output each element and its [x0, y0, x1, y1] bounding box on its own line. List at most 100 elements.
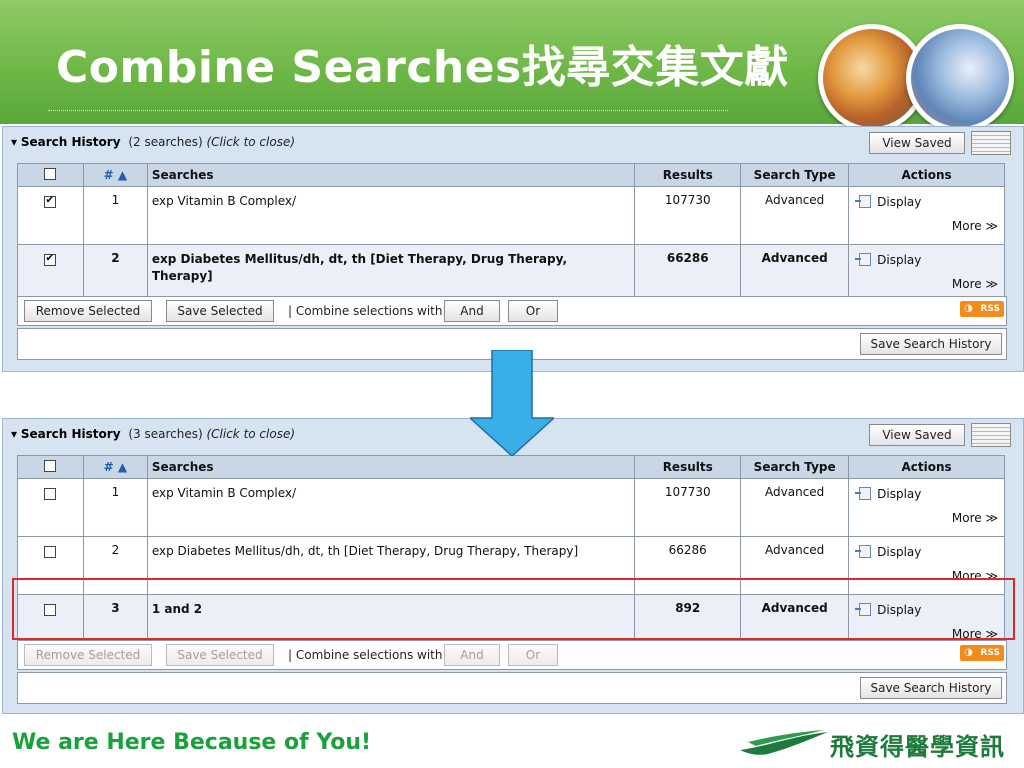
row-results: 107730 [634, 186, 742, 245]
remove-selected-button[interactable]: Remove Selected [24, 300, 152, 322]
selection-toolbar: Remove Selected Save Selected | Combine … [17, 640, 1007, 670]
save-search-history-button[interactable]: Save Search History [860, 333, 1002, 355]
row-select-cell[interactable] [17, 478, 84, 537]
select-all-header[interactable] [17, 163, 84, 187]
results-header: Results [634, 163, 742, 187]
slide-title: Combine Searches找尋交集文獻 [56, 42, 789, 93]
row-search-type: Advanced [740, 478, 850, 537]
combine-label: | Combine selections with: [288, 648, 447, 662]
display-icon [855, 195, 872, 208]
rss-label[interactable]: RSS [981, 648, 1001, 658]
display-icon [855, 545, 872, 558]
display-label[interactable]: Display [877, 487, 921, 501]
select-all-checkbox[interactable] [44, 167, 57, 180]
row-actions: Display More ≫ [848, 244, 1005, 303]
row-checkbox[interactable] [44, 254, 57, 266]
row-results: 107730 [634, 478, 742, 537]
display-link[interactable]: Display [855, 487, 921, 501]
display-label[interactable]: Display [877, 253, 921, 267]
panel-title[interactable]: ▾ Search History (3 searches) (Click to … [11, 427, 295, 441]
searches-header: Searches [146, 455, 636, 479]
row-select-cell[interactable] [17, 186, 84, 245]
row-search-query: exp Vitamin B Complex/ [146, 186, 636, 245]
view-saved-button[interactable]: View Saved [869, 132, 965, 154]
search-type-header: Search Type [740, 163, 850, 187]
row-checkbox[interactable] [44, 546, 57, 558]
row-checkbox[interactable] [44, 196, 57, 208]
results-header: Results [634, 455, 742, 479]
row-actions: Display More ≫ [848, 478, 1005, 537]
down-arrow-icon [470, 350, 554, 456]
table-row: 1 exp Vitamin B Complex/ 107730 Advanced… [17, 186, 1005, 245]
rss-icon: ◑ [964, 647, 973, 658]
grid-view-icon[interactable] [971, 131, 1011, 155]
search-type-header: Search Type [740, 455, 850, 479]
rss-button[interactable]: ◑ RSS [960, 301, 1004, 317]
sort-number-header[interactable]: # ▲ [82, 455, 148, 479]
or-button[interactable]: Or [508, 300, 558, 322]
selection-toolbar: Remove Selected Save Selected | Combine … [17, 296, 1007, 326]
display-link[interactable]: Display [855, 253, 921, 267]
more-link[interactable]: More ≫ [952, 511, 998, 525]
row-select-cell[interactable] [17, 244, 84, 303]
search-count: (2 searches) [128, 135, 203, 149]
combine-label: | Combine selections with: [288, 304, 447, 318]
rss-button[interactable]: ◑ RSS [960, 645, 1004, 661]
or-button[interactable]: Or [508, 644, 558, 666]
row-search-query: exp Diabetes Mellitus/dh, dt, th [Diet T… [146, 244, 636, 303]
search-history-panel-after: ▾ Search History (3 searches) (Click to … [2, 418, 1024, 714]
table-row: 1 exp Vitamin B Complex/ 107730 Advanced… [17, 478, 1005, 537]
panel-title-text: Search History [20, 135, 121, 149]
save-selected-button[interactable]: Save Selected [166, 300, 274, 322]
rss-icon: ◑ [964, 303, 973, 314]
row-actions: Display More ≫ [848, 186, 1005, 245]
table-row: 2 exp Diabetes Mellitus/dh, dt, th [Diet… [17, 244, 1005, 303]
click-to-close-hint[interactable]: (Click to close) [206, 135, 295, 149]
company-logo-icon [740, 730, 828, 755]
more-link[interactable]: More ≫ [952, 277, 998, 291]
row-search-type: Advanced [740, 244, 850, 303]
lab-photo [906, 24, 1014, 132]
search-history-panel-before: ▾ Search History (2 searches) (Click to … [2, 126, 1024, 372]
select-all-header[interactable] [17, 455, 84, 479]
display-label[interactable]: Display [877, 195, 921, 209]
row-search-query: exp Vitamin B Complex/ [146, 478, 636, 537]
table-header-row: # ▲ Searches Results Search Type Actions [17, 455, 1005, 479]
actions-header: Actions [848, 455, 1005, 479]
search-count: (3 searches) [128, 427, 203, 441]
select-all-checkbox[interactable] [44, 459, 57, 472]
display-link[interactable]: Display [855, 195, 921, 209]
save-search-history-button[interactable]: Save Search History [860, 677, 1002, 699]
sort-number-header[interactable]: # ▲ [82, 163, 148, 187]
and-button[interactable]: And [444, 644, 500, 666]
row-number: 1 [82, 478, 148, 537]
and-button[interactable]: And [444, 300, 500, 322]
display-link[interactable]: Display [855, 545, 921, 559]
collapse-triangle-icon[interactable]: ▾ [11, 427, 17, 441]
actions-header: Actions [848, 163, 1005, 187]
panel-title[interactable]: ▾ Search History (2 searches) (Click to … [11, 135, 295, 149]
search-history-table: # ▲ Searches Results Search Type Actions… [17, 163, 1005, 303]
searches-header: Searches [146, 163, 636, 187]
click-to-close-hint[interactable]: (Click to close) [206, 427, 295, 441]
save-selected-button[interactable]: Save Selected [166, 644, 274, 666]
collapse-triangle-icon[interactable]: ▾ [11, 135, 17, 149]
more-link[interactable]: More ≫ [952, 219, 998, 233]
display-icon [855, 487, 872, 500]
grid-view-icon[interactable] [971, 423, 1011, 447]
panel-header[interactable]: ▾ Search History (2 searches) (Click to … [3, 127, 1023, 157]
row-checkbox[interactable] [44, 488, 57, 500]
rss-label[interactable]: RSS [981, 304, 1001, 314]
row-number: 1 [82, 186, 148, 245]
view-saved-button[interactable]: View Saved [869, 424, 965, 446]
remove-selected-button[interactable]: Remove Selected [24, 644, 152, 666]
tagline: We are Here Because of You! [12, 730, 372, 755]
history-footer: Save Search History [17, 672, 1007, 704]
display-label[interactable]: Display [877, 545, 921, 559]
panel-title-text: Search History [20, 427, 121, 441]
table-header-row: # ▲ Searches Results Search Type Actions [17, 163, 1005, 187]
slide-banner: Combine Searches找尋交集文獻 [0, 0, 1024, 132]
row-number: 2 [82, 244, 148, 303]
combined-result-highlight [12, 578, 1015, 640]
display-icon [855, 253, 872, 266]
